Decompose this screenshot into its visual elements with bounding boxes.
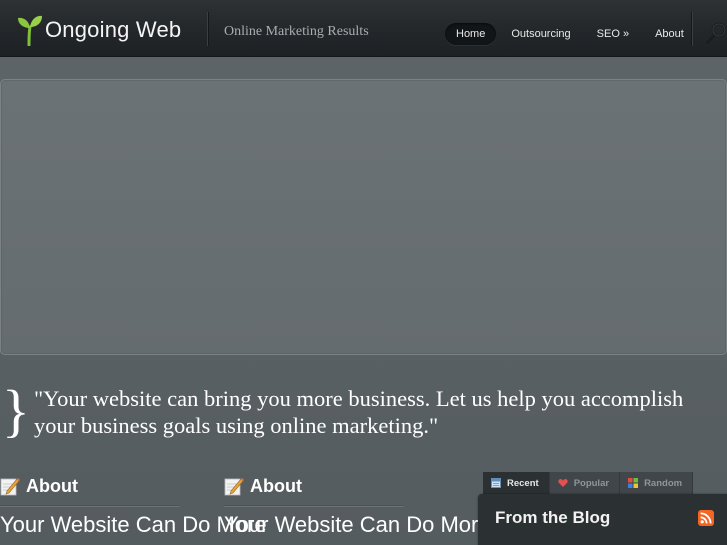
site-logo[interactable]: Ongoing Web — [17, 14, 181, 46]
pencil-icon — [0, 478, 20, 496]
about-column-1: About Your Website Can Do More — [0, 474, 267, 537]
rss-icon[interactable] — [698, 510, 714, 526]
heart-icon — [558, 478, 568, 487]
nav-outsourcing[interactable]: Outsourcing — [500, 23, 581, 45]
site-header: Ongoing Web Online Marketing Results Hom… — [0, 0, 727, 57]
search-icon[interactable] — [706, 22, 727, 44]
nav-seo[interactable]: SEO » — [586, 23, 640, 45]
quote-brace: } — [2, 378, 30, 443]
site-tagline: Online Marketing Results — [224, 24, 369, 39]
sprout-icon — [18, 15, 42, 46]
column-divider — [224, 505, 404, 506]
nav-home[interactable]: Home — [445, 23, 497, 45]
tab-popular[interactable]: Popular — [549, 472, 621, 494]
column-title: About — [250, 475, 302, 496]
tab-recent[interactable]: Recent — [483, 472, 550, 494]
column-subtitle: Your Website Can Do More — [224, 512, 491, 537]
nav-about[interactable]: About — [644, 23, 695, 45]
column-heading: About — [0, 474, 200, 498]
blog-widget: From the Blog — [478, 494, 727, 545]
column-title: About — [26, 475, 78, 496]
featured-slider[interactable] — [0, 79, 727, 355]
column-divider — [0, 505, 180, 506]
tab-random[interactable]: Random — [620, 472, 694, 494]
nav-divider — [691, 12, 692, 46]
tab-label: Random — [644, 477, 683, 489]
column-heading: About — [224, 474, 424, 498]
pencil-icon — [224, 478, 244, 496]
tab-label: Popular — [573, 477, 610, 489]
tab-label: Recent — [507, 477, 539, 489]
random-icon — [628, 478, 639, 488]
header-divider — [207, 12, 208, 46]
column-subtitle: Your Website Can Do More — [0, 512, 267, 537]
about-column-2: About Your Website Can Do More — [224, 474, 491, 537]
main-nav: Home Outsourcing SEO » About — [445, 23, 699, 45]
logo-text: Ongoing Web — [45, 17, 182, 42]
blog-title: From the Blog — [495, 508, 611, 527]
blog-tabs: Recent Popular Random — [483, 472, 694, 494]
recent-icon — [491, 478, 501, 488]
quote-text: "Your website can bring you more busines… — [34, 386, 684, 438]
